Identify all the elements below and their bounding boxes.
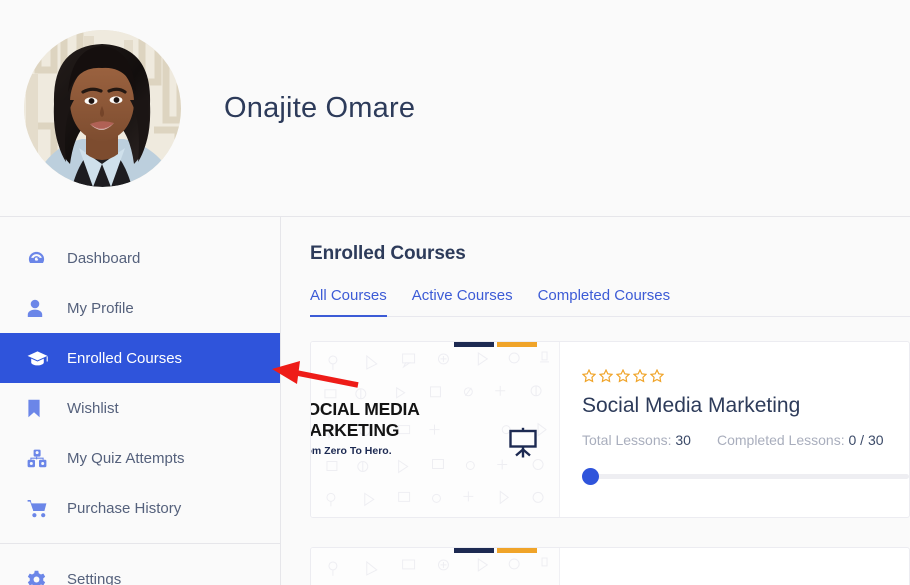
- total-lessons-value: 30: [675, 432, 691, 448]
- course-filter-tabs: All Courses Active Courses Completed Cou…: [310, 287, 910, 317]
- profile-name: Onajite Omare: [224, 91, 416, 124]
- graduation-cap-icon: [27, 346, 53, 370]
- accent-bar-gold: [497, 342, 537, 347]
- quiz-blocks-icon: [27, 446, 53, 470]
- course-card[interactable]: [310, 547, 910, 585]
- sidebar-item-settings[interactable]: Settings: [0, 554, 280, 585]
- course-list: SOCIAL MEDIA MARKETING From Zero To Hero…: [310, 341, 910, 585]
- thumbnail-title-line1: SOCIAL MEDIA: [311, 399, 420, 419]
- gear-icon: [27, 567, 53, 585]
- lesson-stats: Total Lessons: 30 Completed Lessons: 0 /…: [582, 432, 909, 448]
- user-icon: [27, 296, 53, 320]
- star-icon[interactable]: [599, 369, 613, 383]
- tab-all-courses[interactable]: All Courses: [310, 287, 387, 317]
- course-info: [560, 548, 909, 585]
- sidebar-item-label: Purchase History: [67, 499, 182, 517]
- thumbnail-accent-bars: [454, 342, 537, 347]
- tab-completed-courses[interactable]: Completed Courses: [538, 287, 671, 317]
- course-thumbnail[interactable]: [311, 548, 560, 585]
- tab-active-courses[interactable]: Active Courses: [412, 287, 513, 317]
- bookmark-icon: [27, 396, 53, 420]
- course-info: Social Media Marketing Total Lessons: 30…: [560, 342, 909, 517]
- sidebar-item-label: My Quiz Attempts: [67, 449, 185, 467]
- dashboard-gauge-icon: [27, 246, 53, 270]
- sidebar-item-purchase-history[interactable]: Purchase History: [0, 483, 280, 533]
- star-icon[interactable]: [582, 369, 596, 383]
- user-photo-icon: [24, 29, 181, 187]
- presentation-easel-icon: [508, 427, 538, 464]
- sidebar-nav: Dashboard My Profile Enrolled Courses Wi…: [0, 217, 281, 585]
- total-lessons-label: Total Lessons:: [582, 432, 672, 448]
- star-icon[interactable]: [616, 369, 630, 383]
- sidebar-item-dashboard[interactable]: Dashboard: [0, 233, 280, 283]
- sidebar-item-wishlist[interactable]: Wishlist: [0, 383, 280, 433]
- page-title: Enrolled Courses: [310, 243, 466, 264]
- sidebar-item-label: Wishlist: [67, 399, 119, 417]
- thumbnail-title-line2: MARKETING: [311, 419, 400, 440]
- course-card[interactable]: SOCIAL MEDIA MARKETING From Zero To Hero…: [310, 341, 910, 518]
- completed-lessons-label: Completed Lessons:: [716, 432, 845, 448]
- thumbnail-subtitle: From Zero To Hero.: [311, 445, 392, 458]
- star-icon[interactable]: [650, 369, 664, 383]
- course-progress[interactable]: [582, 467, 909, 485]
- progress-knob[interactable]: [582, 468, 599, 485]
- course-thumbnail[interactable]: SOCIAL MEDIA MARKETING From Zero To Hero…: [311, 342, 560, 517]
- course-title[interactable]: Social Media Marketing: [582, 394, 909, 418]
- profile-header: Onajite Omare: [0, 0, 910, 217]
- sidebar-item-label: Settings: [67, 570, 122, 585]
- sidebar-item-enrolled-courses[interactable]: Enrolled Courses: [0, 333, 280, 383]
- sidebar-divider: [0, 543, 280, 544]
- accent-bar-gold: [497, 548, 537, 553]
- progress-track: [582, 474, 909, 479]
- shopping-cart-icon: [27, 496, 53, 520]
- sidebar-item-label: Enrolled Courses: [67, 349, 183, 367]
- sidebar-item-label: My Profile: [67, 299, 134, 317]
- dashboard-body: Dashboard My Profile Enrolled Courses Wi…: [0, 217, 910, 585]
- main-content: Enrolled Courses All Courses Active Cour…: [281, 217, 910, 585]
- avatar: [24, 29, 181, 187]
- thumbnail-pattern-icon: [328, 557, 548, 576]
- total-lessons-stat: Total Lessons: 30: [582, 432, 691, 448]
- accent-bar-navy: [454, 548, 494, 553]
- completed-lessons-value: 0 / 30: [848, 432, 884, 448]
- user-dashboard-page: Onajite Omare Dashboard My Profile Enrol…: [0, 0, 910, 585]
- sidebar-item-my-profile[interactable]: My Profile: [0, 283, 280, 333]
- sidebar-item-my-quiz-attempts[interactable]: My Quiz Attempts: [0, 433, 280, 483]
- completed-lessons-stat: Completed Lessons: 0 / 30: [717, 432, 884, 448]
- thumbnail-accent-bars: [454, 548, 537, 553]
- rating-stars[interactable]: [582, 369, 909, 383]
- star-icon[interactable]: [633, 369, 647, 383]
- accent-bar-navy: [454, 342, 494, 347]
- sidebar-item-label: Dashboard: [67, 249, 141, 267]
- thumbnail-text: SOCIAL MEDIA MARKETING From Zero To Hero…: [311, 399, 420, 457]
